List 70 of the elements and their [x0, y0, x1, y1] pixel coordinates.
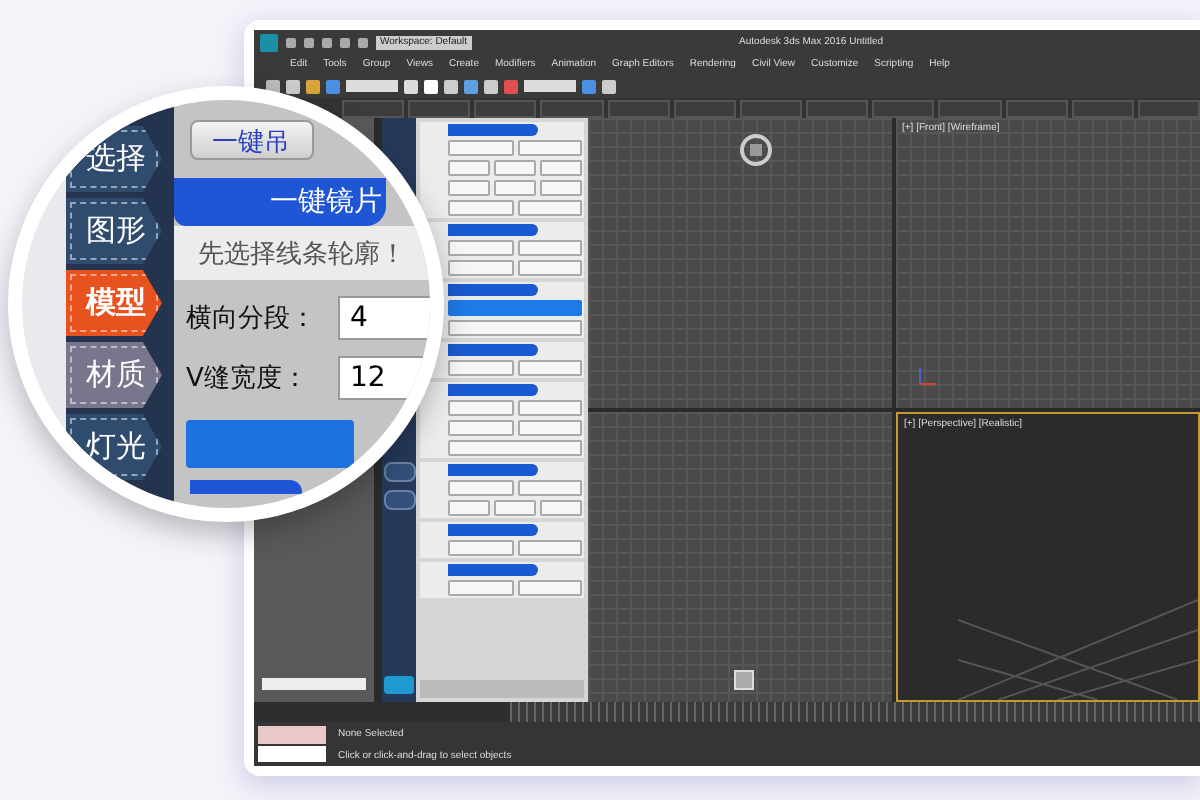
- viewcube-ring-icon[interactable]: [740, 134, 772, 166]
- section-header[interactable]: [448, 224, 538, 236]
- panel-button[interactable]: [517, 580, 582, 596]
- panel-button[interactable]: [517, 240, 582, 256]
- ribbon-tab[interactable]: [739, 99, 803, 117]
- axis-icon: [916, 364, 940, 388]
- field-label: V缝宽度：: [186, 362, 310, 396]
- panel-button[interactable]: [494, 180, 536, 196]
- panel-button[interactable]: [494, 160, 536, 176]
- panel-button[interactable]: [448, 320, 582, 336]
- panel-button[interactable]: [448, 300, 582, 316]
- panel-button[interactable]: [494, 500, 536, 516]
- panel-button[interactable]: [448, 360, 513, 376]
- timeline-ruler[interactable]: [510, 702, 1200, 722]
- ribbon-tab[interactable]: [1005, 99, 1068, 117]
- section-header[interactable]: [448, 464, 538, 476]
- cube-icon[interactable]: [733, 670, 754, 690]
- app-logo-icon[interactable]: [260, 33, 278, 51]
- panel-button[interactable]: [517, 200, 582, 216]
- panel-button[interactable]: [517, 260, 582, 276]
- section-header[interactable]: [448, 384, 538, 396]
- panel-button[interactable]: [448, 140, 513, 156]
- section-header[interactable]: [448, 284, 538, 296]
- field-label: 横向分段：: [186, 302, 318, 336]
- panel-button[interactable]: [448, 260, 513, 276]
- plugin-tab[interactable]: [383, 462, 415, 482]
- panel-button[interactable]: [517, 400, 582, 416]
- start-button[interactable]: [384, 676, 414, 694]
- script-field[interactable]: [258, 745, 326, 762]
- panel-button[interactable]: [517, 420, 582, 436]
- panel-button[interactable]: [517, 360, 582, 376]
- panel-button[interactable]: [448, 240, 513, 256]
- ribbon-tab[interactable]: [1137, 99, 1200, 117]
- panel-button[interactable]: [448, 420, 513, 436]
- section-header[interactable]: [448, 124, 538, 136]
- panel-button[interactable]: [448, 180, 490, 196]
- ribbon-tab[interactable]: [938, 99, 1002, 117]
- ribbon-tab[interactable]: [872, 99, 935, 117]
- panel-button[interactable]: [448, 480, 513, 496]
- panel-button[interactable]: [540, 500, 582, 516]
- ribbon-tab[interactable]: [1071, 99, 1134, 117]
- top-button[interactable]: 一键吊: [190, 120, 314, 160]
- section-header[interactable]: [448, 564, 538, 576]
- panel-button[interactable]: [448, 160, 490, 176]
- ribbon-tab[interactable]: [806, 99, 869, 117]
- section-header[interactable]: 一键镜片: [174, 178, 386, 226]
- side-tab[interactable]: 材质: [66, 342, 162, 408]
- hint-text: 先选择线条轮廓！: [198, 240, 406, 270]
- panel-button[interactable]: [448, 580, 513, 596]
- section-header[interactable]: [190, 480, 302, 494]
- number-field[interactable]: 4: [338, 296, 430, 340]
- section-header[interactable]: [448, 344, 538, 356]
- panel-button[interactable]: [517, 140, 582, 156]
- panel-button[interactable]: [448, 540, 513, 556]
- side-tab[interactable]: 图形: [66, 198, 162, 264]
- plugin-tab[interactable]: [383, 490, 415, 510]
- script-field[interactable]: [258, 726, 326, 743]
- side-tab[interactable]: 灯光: [66, 414, 162, 480]
- ribbon-tab[interactable]: [673, 99, 736, 117]
- side-tab[interactable]: 模型: [66, 270, 162, 336]
- panel-button[interactable]: [448, 400, 513, 416]
- panel-button[interactable]: [517, 540, 582, 556]
- section-header[interactable]: [448, 524, 538, 536]
- panel-button[interactable]: [540, 160, 582, 176]
- panel-button[interactable]: [540, 180, 582, 196]
- dropdown-field[interactable]: [262, 678, 366, 690]
- panel-button[interactable]: [448, 200, 513, 216]
- panel-button[interactable]: [448, 440, 582, 456]
- panel-button[interactable]: [448, 500, 490, 516]
- panel-button[interactable]: [517, 480, 582, 496]
